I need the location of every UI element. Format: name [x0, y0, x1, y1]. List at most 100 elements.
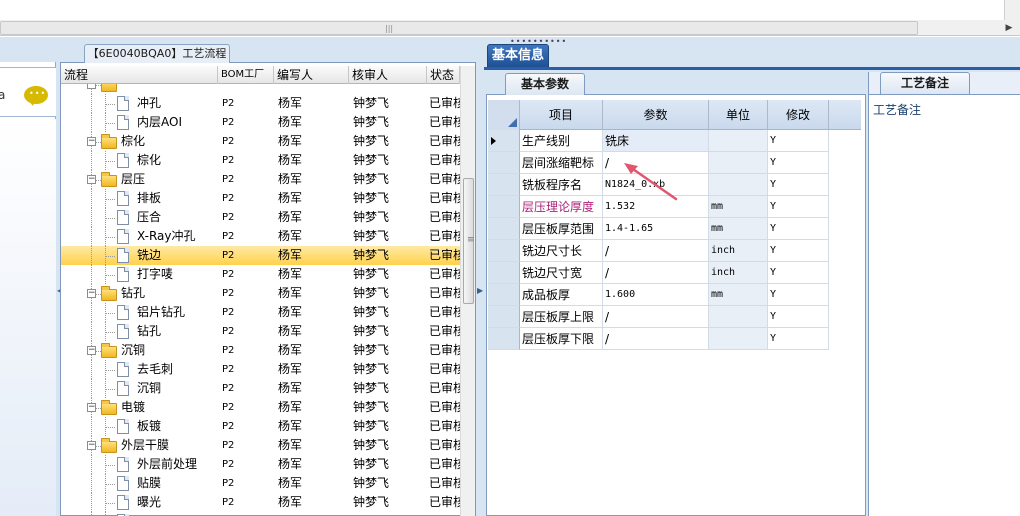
- tree-row[interactable]: 打字唛 P2 杨军 钟梦飞 已审核: [61, 265, 460, 284]
- row-header[interactable]: [488, 306, 520, 328]
- collapse-toggle-icon[interactable]: −: [87, 403, 96, 412]
- collapse-toggle-icon[interactable]: −: [87, 137, 96, 146]
- collapse-toggle-icon[interactable]: −: [87, 346, 96, 355]
- scroll-right-arrow-icon[interactable]: ▶: [1002, 21, 1016, 35]
- collapse-toggle-icon[interactable]: −: [87, 441, 96, 450]
- cell-param[interactable]: 1.600: [603, 284, 709, 306]
- process-tree-tab[interactable]: 【6E0040BQA0】工艺流程: [84, 44, 230, 63]
- param-row[interactable]: 层压板厚上限 / Y: [488, 306, 861, 328]
- main-horizontal-scrollbar[interactable]: ||| ▶: [0, 20, 1020, 36]
- collapse-toggle-icon[interactable]: −: [87, 84, 96, 89]
- tree-row[interactable]: 铝片钻孔 P2 杨军 钟梦飞 已审核: [61, 303, 460, 322]
- tree-row[interactable]: 曝光 P2 杨军 钟梦飞 已审核: [61, 493, 460, 512]
- params-grid-header: 项目 参数 单位 修改: [488, 100, 861, 130]
- cell-process-name: 打字唛: [137, 267, 174, 281]
- tree-row[interactable]: [61, 512, 460, 516]
- tree-scroll-thumb[interactable]: ≡: [463, 178, 475, 304]
- tab-basic-info[interactable]: 基本信息: [487, 44, 549, 68]
- horizontal-scroll-thumb[interactable]: |||: [0, 21, 918, 35]
- cell-unit: mm: [709, 284, 768, 306]
- tree-connector: [91, 512, 92, 516]
- cell-process-name: 层压: [121, 172, 146, 186]
- row-header[interactable]: [488, 218, 520, 240]
- tree-row[interactable]: 去毛刺 P2 杨军 钟梦飞 已审核: [61, 360, 460, 379]
- cell-item: 铣边尺寸长: [520, 240, 603, 262]
- speech-bubble-icon[interactable]: •••: [24, 86, 48, 106]
- cell-bom-factory: P2: [222, 212, 235, 223]
- cell-param[interactable]: /: [603, 328, 709, 350]
- param-row[interactable]: 成品板厚 1.600 mm Y: [488, 284, 861, 306]
- column-header-reviewer[interactable]: 核审人: [349, 66, 427, 84]
- column-header-modify[interactable]: 修改: [768, 100, 829, 130]
- row-header[interactable]: [488, 130, 520, 152]
- cell-param[interactable]: /: [603, 306, 709, 328]
- param-row[interactable]: 层压板厚范围 1.4-1.65 mm Y: [488, 218, 861, 240]
- tab-process-notes[interactable]: 工艺备注: [880, 72, 970, 94]
- cell-unit: mm: [709, 218, 768, 240]
- column-header-bom-factory[interactable]: BOM工厂: [218, 66, 274, 84]
- tree-row[interactable]: 铣边 P2 杨军 钟梦飞 已审核: [61, 246, 460, 265]
- cell-writer: [278, 84, 348, 94]
- row-header[interactable]: [488, 196, 520, 218]
- tree-row[interactable]: X-Ray冲孔 P2 杨军 钟梦飞 已审核: [61, 227, 460, 246]
- column-header-process[interactable]: 流程: [61, 66, 218, 84]
- tree-row[interactable]: 棕化 P2 杨军 钟梦飞 已审核: [61, 151, 460, 170]
- cell-param[interactable]: /: [603, 240, 709, 262]
- row-header[interactable]: [488, 284, 520, 306]
- tree-folder-row[interactable]: − 沉铜 P2 杨军 钟梦飞 已审核: [61, 341, 460, 360]
- column-header-unit[interactable]: 单位: [709, 100, 768, 130]
- tree-folder-row[interactable]: −: [61, 84, 460, 94]
- cell-param[interactable]: /: [603, 262, 709, 284]
- tab-basic-params[interactable]: 基本参数: [505, 73, 585, 95]
- param-row[interactable]: 铣边尺寸长 / inch Y: [488, 240, 861, 262]
- tree-row[interactable]: 板镀 P2 杨军 钟梦飞 已审核: [61, 417, 460, 436]
- row-header[interactable]: [488, 152, 520, 174]
- tree-row[interactable]: 沉铜 P2 杨军 钟梦飞 已审核: [61, 379, 460, 398]
- tree-folder-row[interactable]: − 钻孔 P2 杨军 钟梦飞 已审核: [61, 284, 460, 303]
- tree-row[interactable]: 贴膜 P2 杨军 钟梦飞 已审核: [61, 474, 460, 493]
- cell-process-name: 钻孔: [121, 286, 146, 300]
- cell-param[interactable]: 铣床: [603, 130, 709, 152]
- cell-writer: 杨军: [278, 210, 303, 224]
- cell-process-name: 冲孔: [137, 96, 162, 110]
- row-header[interactable]: [488, 262, 520, 284]
- column-header-writer[interactable]: 编写人: [274, 66, 349, 84]
- cell-param[interactable]: 1.4-1.65: [603, 218, 709, 240]
- cell-bom-factory: P2: [222, 440, 235, 451]
- tree-folder-row[interactable]: − 层压 P2 杨军 钟梦飞 已审核: [61, 170, 460, 189]
- tree-row[interactable]: 排板 P2 杨军 钟梦飞 已审核: [61, 189, 460, 208]
- grid-corner[interactable]: [488, 100, 520, 130]
- main-vertical-scrollbar[interactable]: [1004, 0, 1020, 20]
- tree-folder-row[interactable]: − 外层干膜 P2 杨军 钟梦飞 已审核: [61, 436, 460, 455]
- tree-connector: [105, 227, 106, 246]
- tree-folder-row[interactable]: − 棕化 P2 杨军 钟梦飞 已审核: [61, 132, 460, 151]
- column-header-item[interactable]: 项目: [520, 100, 603, 130]
- tree-vertical-scrollbar[interactable]: ≡: [460, 66, 475, 516]
- param-row[interactable]: 生产线别 铣床 Y: [488, 130, 861, 152]
- collapse-right-arrow-icon[interactable]: ▶: [477, 286, 483, 295]
- tree-row[interactable]: 内层AOI P2 杨军 钟梦飞 已审核: [61, 113, 460, 132]
- collapse-toggle-icon[interactable]: −: [87, 175, 96, 184]
- tree-row[interactable]: 钻孔 P2 杨军 钟梦飞 已审核: [61, 322, 460, 341]
- collapse-toggle-icon[interactable]: −: [87, 289, 96, 298]
- tree-connector: [105, 465, 115, 466]
- cell-process-name: 棕化: [137, 153, 162, 167]
- param-row[interactable]: 层压板厚下限 / Y: [488, 328, 861, 350]
- column-header-param[interactable]: 参数: [603, 100, 709, 130]
- column-header-status[interactable]: 状态: [427, 66, 460, 84]
- param-row[interactable]: 铣边尺寸宽 / inch Y: [488, 262, 861, 284]
- row-header[interactable]: [488, 240, 520, 262]
- tree-row[interactable]: 冲孔 P2 杨军 钟梦飞 已审核: [61, 94, 460, 113]
- row-header[interactable]: [488, 328, 520, 350]
- cell-writer: 杨军: [278, 115, 303, 129]
- row-header[interactable]: [488, 174, 520, 196]
- process-notes-body[interactable]: [869, 94, 1020, 516]
- cell-writer: 杨军: [278, 96, 303, 110]
- cell-status: 已审核: [429, 324, 460, 338]
- document-icon: [117, 495, 129, 510]
- tree-folder-row[interactable]: − 电镀 P2 杨军 钟梦飞 已审核: [61, 398, 460, 417]
- cell-status: 已审核: [429, 267, 460, 281]
- cell-process-name: [137, 512, 227, 516]
- tree-row[interactable]: 压合 P2 杨军 钟梦飞 已审核: [61, 208, 460, 227]
- tree-row[interactable]: 外层前处理 P2 杨军 钟梦飞 已审核: [61, 455, 460, 474]
